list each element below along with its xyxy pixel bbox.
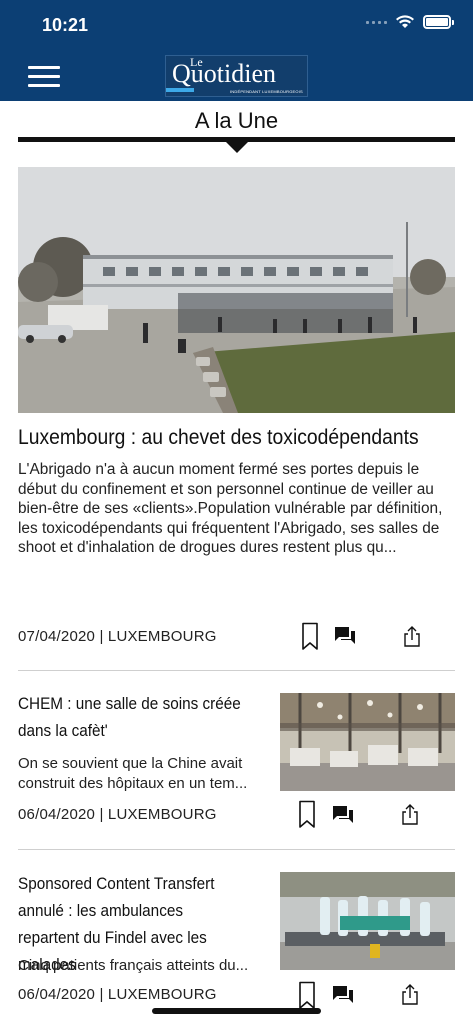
home-indicator[interactable] xyxy=(152,1008,321,1014)
comments-icon[interactable] xyxy=(332,985,354,1005)
status-icons xyxy=(366,15,454,29)
battery-icon xyxy=(423,15,454,29)
section-arrow-icon xyxy=(225,141,249,153)
logo-tagline: INDÉPENDANT LUXEMBOURGEOIS xyxy=(230,89,303,94)
divider xyxy=(18,849,455,850)
status-time: 10:21 xyxy=(42,15,89,35)
article-image[interactable] xyxy=(280,693,455,791)
hero-article-summary[interactable]: L'Abrigado n'a à aucun moment fermé ses … xyxy=(18,460,455,558)
share-icon[interactable] xyxy=(403,626,421,648)
hero-article-title[interactable]: Luxembourg : au chevet des toxicodépenda… xyxy=(18,424,420,452)
bookmark-icon[interactable] xyxy=(301,622,319,651)
article-meta: 06/04/2020 | LUXEMBOURG xyxy=(18,806,217,823)
article-summary[interactable]: On se souvient que la Chine avait constr… xyxy=(18,754,270,794)
article-summary[interactable]: Cinq patients français atteints du... xyxy=(18,956,270,976)
hero-article-meta: 07/04/2020 | LUXEMBOURG xyxy=(18,628,217,645)
logo[interactable]: Le Quotidien INDÉPENDANT LUXEMBOURGEOIS xyxy=(165,55,308,97)
logo-name: Quotidien xyxy=(172,59,276,88)
comments-icon[interactable] xyxy=(332,805,354,825)
bookmark-icon[interactable] xyxy=(298,981,316,1010)
logo-stripe xyxy=(166,88,194,92)
share-icon[interactable] xyxy=(401,984,419,1006)
hero-image[interactable] xyxy=(18,167,455,413)
article-image[interactable] xyxy=(280,872,455,970)
article-title[interactable]: CHEM : une salle de soins créée dans la … xyxy=(18,690,245,744)
share-icon[interactable] xyxy=(401,804,419,826)
signal-icon xyxy=(366,20,387,24)
bookmark-icon[interactable] xyxy=(298,800,316,829)
section-title: A la Une xyxy=(194,108,279,133)
divider xyxy=(18,670,455,671)
wifi-icon xyxy=(396,15,414,28)
hamburger-menu-icon[interactable] xyxy=(28,66,60,88)
app-header: 10:21 Le Quotidien INDÉPENDANT LUXEMBOUR… xyxy=(0,0,473,101)
article-meta: 06/04/2020 | LUXEMBOURG xyxy=(18,986,217,1003)
comments-icon[interactable] xyxy=(334,626,356,646)
